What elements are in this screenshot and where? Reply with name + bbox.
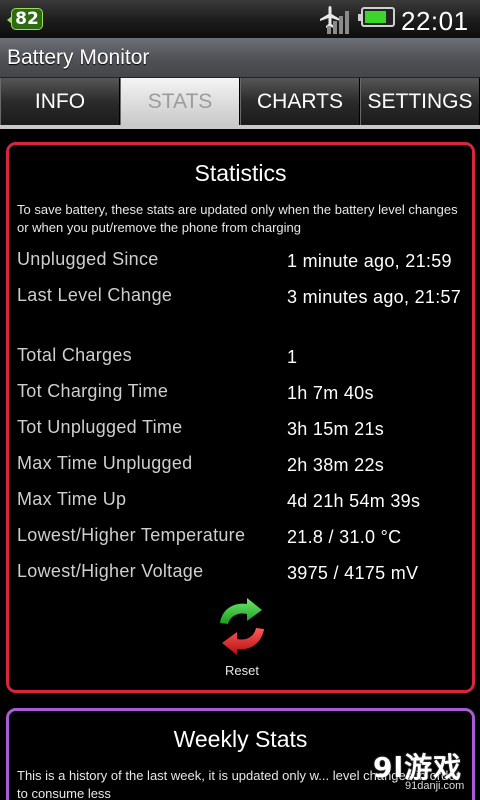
stat-value: 1h 7m 40s	[287, 383, 374, 403]
statistics-card: Statistics To save battery, these stats …	[6, 142, 475, 693]
stat-label: Unplugged Since	[17, 249, 159, 269]
stat-value: 3975 / 4175 mV	[287, 563, 419, 583]
tab-underline	[0, 125, 480, 129]
stat-label: Tot Unplugged Time	[17, 417, 183, 437]
reset-button[interactable]: Reset	[209, 597, 275, 681]
stat-value: 1 minute ago, 21:59	[287, 251, 452, 271]
watermark-url: 91danji.com	[405, 780, 465, 792]
stat-label: Max Time Unplugged	[17, 453, 193, 473]
stat-label: Lowest/Higher Temperature	[17, 525, 246, 545]
battery-icon	[358, 7, 395, 27]
notification-badge[interactable]: 82	[7, 8, 43, 30]
stat-value: 4d 21h 54m 39s	[287, 491, 421, 511]
app-title: Battery Monitor	[7, 46, 150, 69]
stat-label: Max Time Up	[17, 489, 127, 509]
tab-info[interactable]: INFO	[0, 78, 120, 125]
stat-value: 3 minutes ago, 21:57	[287, 287, 462, 307]
refresh-icon	[220, 598, 264, 655]
stat-label: Total Charges	[17, 345, 132, 365]
statistics-note: To save battery, these stats are updated…	[17, 202, 458, 235]
signal-icon	[327, 8, 355, 34]
watermark: 9l游戏 91danji.com	[373, 746, 480, 800]
app-title-bar: Battery Monitor	[0, 38, 480, 78]
statistics-title: Statistics	[194, 160, 287, 186]
battery-level-fill	[365, 11, 386, 23]
stat-label: Last Level Change	[17, 285, 173, 305]
tab-stats[interactable]: STATS	[120, 78, 240, 125]
tab-settings[interactable]: SETTINGS	[360, 78, 480, 125]
status-bar: 82 22:01	[0, 0, 480, 38]
tab-bar: INFO STATS CHARTS SETTINGS	[0, 78, 480, 125]
stat-value: 1	[287, 347, 298, 367]
stat-value: 3h 15m 21s	[287, 419, 385, 439]
reset-label: Reset	[225, 663, 259, 678]
stat-value: 21.8 / 31.0 °C	[287, 527, 402, 547]
clock: 22:01	[401, 6, 469, 36]
stat-label: Lowest/Higher Voltage	[17, 561, 204, 581]
stat-value: 2h 38m 22s	[287, 455, 385, 475]
stat-label: Tot Charging Time	[17, 381, 169, 401]
tab-charts[interactable]: CHARTS	[240, 78, 360, 125]
